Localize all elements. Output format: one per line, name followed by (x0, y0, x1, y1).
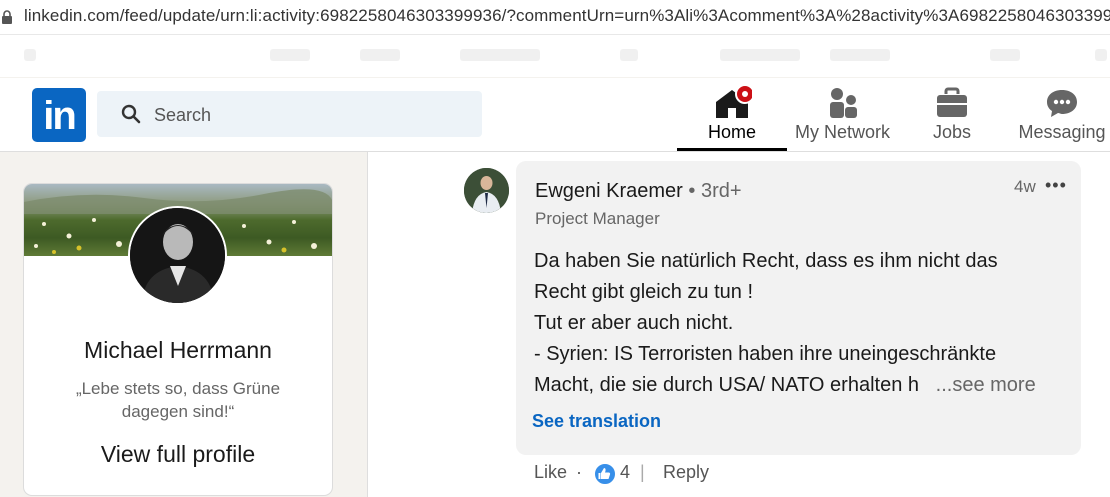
like-reaction-icon[interactable] (594, 463, 616, 485)
action-divider: | (640, 462, 645, 482)
comment-bubble: Ewgeni Kraemer • 3rd+ Project Manager 4w… (516, 161, 1081, 455)
comment-author[interactable]: Ewgeni Kraemer • 3rd+ (535, 180, 742, 203)
reaction-count[interactable]: 4 (620, 462, 630, 483)
chat-icon (1047, 90, 1077, 117)
linkedin-logo[interactable]: in (32, 88, 86, 142)
see-translation-link[interactable]: See translation (532, 411, 661, 432)
top-nav: in Home My Network Jobs (0, 78, 1110, 152)
comment-line: Da haben Sie natürlich Recht, dass es ih… (534, 250, 998, 272)
nav-jobs[interactable]: Jobs (912, 78, 992, 151)
network-icon (829, 88, 857, 118)
nav-messaging-label: Messaging (1018, 122, 1106, 142)
comment-author-title: Project Manager (535, 209, 660, 228)
profile-headline: „Lebe stets so, dass Grüne dagegen sind!… (75, 379, 281, 421)
more-options-icon[interactable]: ••• (1045, 175, 1067, 196)
view-full-profile-link[interactable]: View full profile (24, 441, 332, 468)
comment-text: Da haben Sie natürlich Recht, dass es ih… (534, 246, 1054, 401)
search-box[interactable] (97, 91, 482, 137)
action-separator: · (576, 462, 582, 482)
reply-button[interactable]: Reply (663, 462, 709, 483)
url-text[interactable]: linkedin.com/feed/update/urn:li:activity… (24, 6, 1110, 26)
comment-line: Tut er aber auch nicht. (534, 312, 734, 334)
home-icon (716, 86, 752, 118)
commenter-avatar[interactable] (464, 168, 509, 213)
like-button[interactable]: Like (534, 462, 567, 483)
search-input[interactable] (152, 101, 456, 129)
connection-degree: • 3rd+ (682, 180, 742, 202)
comment-timestamp: 4w (1014, 177, 1036, 196)
nav-home-label: Home (707, 122, 756, 142)
address-bar[interactable]: linkedin.com/feed/update/urn:li:activity… (0, 0, 1110, 35)
comment-author-name[interactable]: Ewgeni Kraemer (535, 180, 683, 202)
nav-my-network-label: My Network (794, 122, 890, 142)
profile-card: Michael Herrmann „Lebe stets so, dass Gr… (23, 183, 333, 496)
nav-messaging[interactable]: Messaging (1012, 78, 1110, 151)
nav-my-network[interactable]: My Network (790, 78, 895, 151)
comment-line-truncated: Macht, die sie durch USA/ NATO erhalten … (534, 374, 1036, 396)
comment-line: - Syrien: IS Terroristen haben ihre unei… (534, 343, 997, 365)
briefcase-icon (937, 87, 967, 117)
nav-home[interactable]: Home (677, 78, 787, 151)
lock-icon (2, 10, 12, 24)
profile-avatar[interactable] (128, 206, 227, 305)
comment-line: Recht gibt gleich zu tun ! (534, 281, 754, 303)
search-icon (121, 104, 141, 124)
see-more-link[interactable]: ...see more (936, 374, 1036, 396)
profile-name[interactable]: Michael Herrmann (24, 337, 332, 364)
nav-jobs-label: Jobs (932, 122, 972, 142)
bookmarks-bar (0, 35, 1110, 77)
